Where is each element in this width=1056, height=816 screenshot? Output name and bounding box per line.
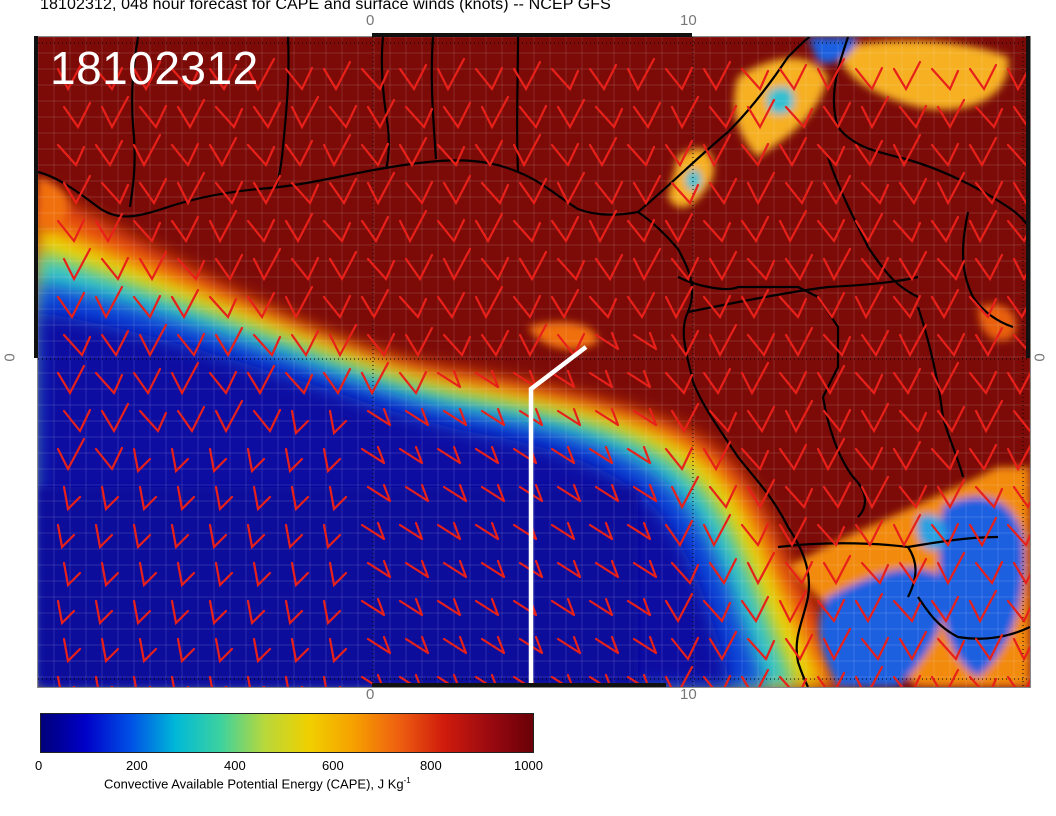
colorbar-tick-600: 600 (322, 758, 344, 773)
map-panel: 18102312 (37, 36, 1031, 688)
colorbar-tick-200: 200 (126, 758, 148, 773)
axis-bottom-0: 0 (366, 686, 375, 703)
colorbar-tick-800: 800 (420, 758, 442, 773)
cape-colorbar (40, 713, 534, 753)
axis-top-0: 0 (366, 12, 375, 29)
colorbar-label-text: Convective Available Potential Energy (C… (104, 776, 404, 792)
axis-bottom-10: 10 (680, 686, 697, 703)
forecast-timestamp: 18102312 (50, 42, 259, 94)
colorbar-label: Convective Available Potential Energy (C… (104, 776, 411, 791)
left-frame-mark (34, 36, 38, 358)
top-frame-mark (372, 33, 692, 37)
bottom-frame-mark (372, 683, 666, 687)
axis-top-10: 10 (680, 12, 697, 29)
figure-title: 18102312, 048 hour forecast for CAPE and… (40, 0, 611, 13)
right-frame-mark (1026, 36, 1030, 358)
cape-map (38, 37, 1030, 687)
colorbar-tick-1000: 1000 (514, 758, 543, 773)
axis-left-0: 0 (1, 353, 19, 362)
colorbar-label-superscript: -1 (403, 776, 411, 785)
colorbar-tick-400: 400 (224, 758, 246, 773)
axis-right-0: 0 (1031, 353, 1049, 362)
colorbar-tick-0: 0 (35, 758, 43, 773)
